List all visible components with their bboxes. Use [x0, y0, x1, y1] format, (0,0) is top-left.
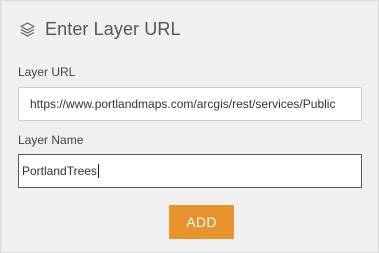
add-button[interactable]: ADD — [169, 205, 234, 239]
layer-name-label: Layer Name — [18, 133, 84, 147]
add-layer-panel: Enter Layer URL Layer URL https://www.po… — [0, 0, 379, 253]
layer-url-label: Layer URL — [18, 65, 76, 79]
layer-url-value: https://www.portlandmaps.com/arcgis/rest… — [30, 97, 336, 111]
layers-icon — [19, 21, 36, 38]
panel-title: Enter Layer URL — [45, 19, 181, 39]
layer-name-value: PortlandTrees — [22, 164, 97, 178]
layer-url-input[interactable]: https://www.portlandmaps.com/arcgis/rest… — [18, 87, 362, 121]
text-caret — [97, 164, 99, 178]
panel-header: Enter Layer URL — [19, 19, 181, 40]
layer-name-input[interactable]: PortlandTrees — [18, 154, 362, 188]
